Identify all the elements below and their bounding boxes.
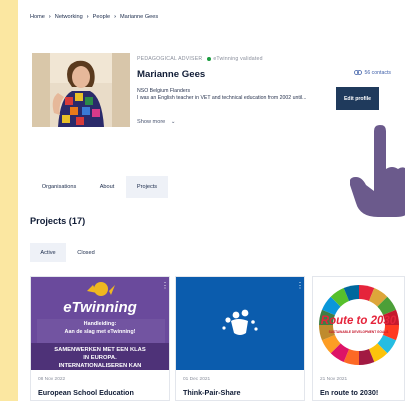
banner-line-3: SAMENWERKEN MET EEN KLAS: [54, 347, 146, 353]
project-image: Route to 2030 SUSTAINABLE DEVELOPMENT GO…: [313, 277, 404, 370]
banner-line-2: Aan de slag met eTwinning!: [64, 329, 136, 335]
project-date: 21 Nov 2021: [320, 377, 348, 382]
banner-line-4: IN EUROPA.: [83, 355, 117, 361]
etwinning-brand: eTwinning: [63, 299, 137, 316]
subtab-active[interactable]: Active: [30, 243, 66, 262]
avatar: [32, 53, 130, 127]
project-card[interactable]: Route to 2030 SUSTAINABLE DEVELOPMENT GO…: [312, 276, 405, 401]
breadcrumb-separator: ›: [48, 14, 51, 20]
breadcrumb-networking[interactable]: Networking: [55, 14, 83, 20]
route-2030-brand: Route to 2030: [320, 315, 397, 327]
banner-line-5: INTERNATIONALISEREN KAN: [58, 363, 142, 369]
project-date: 01 Dec 2021: [183, 377, 211, 382]
project-title[interactable]: En route to 2030!: [320, 388, 378, 397]
card-menu-icon[interactable]: ⋮: [161, 281, 169, 291]
link-icon: [354, 70, 363, 76]
project-date: 08 Nov 2022: [38, 377, 66, 382]
project-card[interactable]: ⋮ 01 Dec 2021 Think-Pair-Share: [175, 276, 305, 401]
profile-page: Home › Networking › People › Marianne Gees PED…: [18, 0, 405, 401]
project-image: eTwinning Handleiding: Aan de slag met e…: [31, 277, 169, 370]
projects-heading: Projects (17): [30, 216, 86, 226]
edit-profile-button[interactable]: Edit profile: [336, 87, 379, 110]
validated-status-dot: [207, 56, 212, 61]
project-card[interactable]: eTwinning Handleiding: Aan de slag met e…: [30, 276, 170, 401]
breadcrumb-separator: ›: [114, 14, 116, 20]
network-people-icon: [176, 277, 304, 370]
tab-organisations[interactable]: Organisations: [30, 176, 88, 198]
profile-role: PEDAGOGICAL ADVISER: [137, 56, 203, 62]
breadcrumb-people[interactable]: People: [93, 14, 110, 20]
pointing-hand-icon: [350, 125, 405, 217]
profile-bio: I was an English teacher in VET and tech…: [137, 95, 307, 101]
breadcrumb-home[interactable]: Home: [30, 14, 45, 20]
chevron-down-icon: ⌄: [170, 119, 176, 125]
route-2030-sub: SUSTAINABLE DEVELOPMENT GOALS: [328, 330, 389, 334]
avatar-photo: [32, 53, 130, 127]
profile-role-line: PEDAGOGICAL ADVISER eTwinning validated: [137, 56, 263, 62]
show-more-link[interactable]: Show more ⌄: [137, 119, 176, 125]
breadcrumb-separator: ›: [86, 14, 89, 20]
project-title[interactable]: European School Education: [38, 388, 134, 397]
validated-status: eTwinning validated: [213, 56, 263, 62]
banner-line-1: Handleiding:: [83, 321, 117, 327]
contacts-count: 56 contacts: [364, 70, 391, 76]
contacts-link[interactable]: 56 contacts: [354, 70, 391, 76]
profile-name: Marianne Gees: [137, 69, 206, 80]
show-more-label: Show more: [137, 119, 166, 125]
tab-projects[interactable]: Projects: [126, 176, 168, 198]
profile-organisation: NSO Belgium Flanders: [137, 88, 191, 94]
project-title[interactable]: Think-Pair-Share: [183, 388, 241, 397]
breadcrumb-current: Marianne Gees: [119, 14, 159, 20]
card-menu-icon[interactable]: ⋮: [296, 281, 304, 291]
tab-about[interactable]: About: [92, 176, 122, 198]
project-image: ⋮: [176, 277, 304, 370]
subtab-closed[interactable]: Closed: [70, 243, 102, 262]
breadcrumb: Home › Networking › People › Marianne Gees: [30, 14, 158, 20]
